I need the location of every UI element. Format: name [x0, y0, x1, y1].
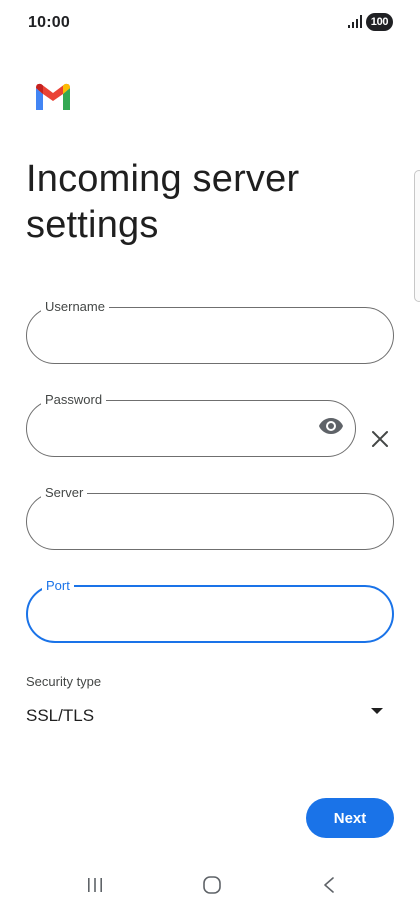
signal-icon — [348, 15, 362, 28]
next-button[interactable]: Next — [306, 798, 394, 838]
page-title: Incoming server settings — [26, 158, 300, 246]
password-label: Password — [45, 392, 103, 407]
password-input[interactable] — [46, 407, 310, 447]
username-field[interactable]: Username — [26, 300, 394, 364]
security-type-value: SSL/TLS — [26, 706, 95, 725]
close-icon[interactable] — [370, 429, 390, 449]
password-field[interactable]: Password — [26, 393, 356, 457]
username-label: Username — [45, 299, 105, 314]
eye-icon[interactable] — [318, 417, 344, 435]
scroll-indicator[interactable] — [414, 170, 420, 302]
server-input[interactable] — [46, 500, 341, 540]
battery-badge: 100 — [366, 13, 393, 31]
server-field[interactable]: Server — [26, 486, 394, 550]
home-button[interactable] — [197, 870, 227, 900]
gmail-logo — [36, 83, 70, 110]
home-icon — [203, 876, 221, 894]
back-button[interactable] — [314, 870, 344, 900]
port-label: Port — [46, 578, 70, 593]
status-time: 10:00 — [28, 14, 70, 31]
navigation-bar — [0, 860, 420, 910]
dropdown-arrow-icon — [371, 708, 383, 714]
port-input[interactable] — [46, 593, 341, 633]
recents-icon — [88, 878, 102, 892]
server-label: Server — [45, 485, 84, 500]
username-input[interactable] — [46, 314, 341, 354]
recents-button[interactable] — [80, 870, 110, 900]
port-field[interactable]: Port — [26, 579, 394, 643]
security-type-label: Security type — [26, 674, 102, 689]
status-bar: 10:00 100 — [0, 0, 420, 46]
back-icon — [324, 877, 334, 893]
